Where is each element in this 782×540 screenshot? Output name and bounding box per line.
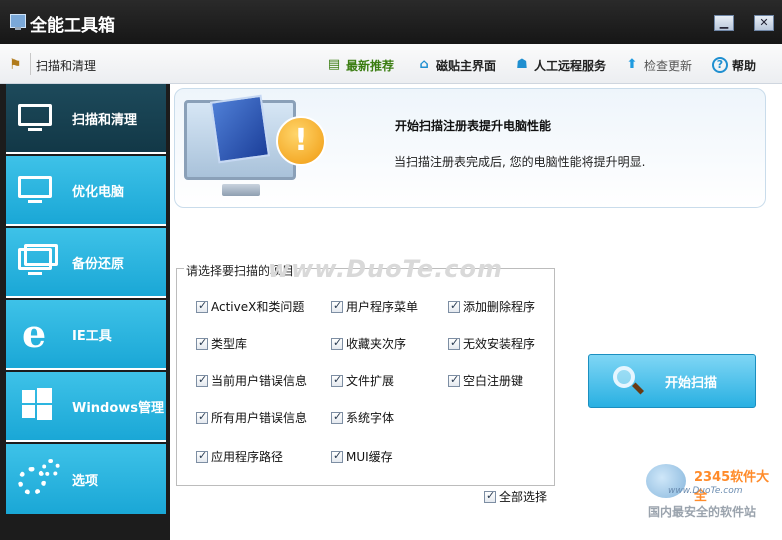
- home-icon: ⌂: [419, 57, 429, 72]
- banner-title: 开始扫描注册表提升电脑性能: [395, 119, 552, 133]
- toolbar-recommend-label: 最新推荐: [346, 58, 395, 73]
- checkbox-mui-cache[interactable]: MUI缓存: [331, 448, 393, 465]
- start-scan-label: 开始扫描: [665, 375, 718, 391]
- checkbox-label: 应用程序路径: [211, 450, 284, 464]
- checkbox-label: 系统字体: [346, 411, 395, 425]
- checkbox-label: 空白注册键: [463, 374, 524, 388]
- checkbox-current-user-errors[interactable]: 当前用户错误信息: [196, 372, 307, 389]
- app-monitor-icon: [10, 14, 26, 30]
- checkbox-label: 所有用户错误信息: [211, 411, 308, 425]
- sidebar-item-backup[interactable]: 备份还原: [6, 228, 166, 298]
- checkbox-box[interactable]: [196, 299, 208, 313]
- up-arrow-icon: ⬆: [626, 57, 638, 72]
- sidebar-item-label: 扫描和清理: [72, 112, 138, 128]
- sidebar-item-label: Windows管理: [72, 400, 165, 416]
- sidebar-item-label: 优化电脑: [72, 184, 125, 200]
- checkbox-app-paths[interactable]: 应用程序路径: [196, 448, 283, 465]
- checkbox-label: 用户程序菜单: [346, 300, 419, 314]
- banner-description: 当扫描注册表完成后, 您的电脑性能将提升明显.: [394, 155, 646, 169]
- checkbox-box[interactable]: [331, 336, 343, 350]
- warning-icon: !: [276, 116, 326, 166]
- checkbox-all-user-errors[interactable]: 所有用户错误信息: [196, 409, 307, 426]
- computer-stand: [222, 184, 260, 196]
- checkbox-box[interactable]: [331, 299, 343, 313]
- remote-service-icon: ☗: [516, 57, 528, 72]
- registry-cube-icon: [209, 94, 271, 164]
- toolbar-update-button[interactable]: ⬆ 检查更新: [624, 55, 692, 75]
- sidebar-item-label: IE工具: [72, 328, 112, 344]
- checkbox-label: 当前用户错误信息: [211, 374, 308, 388]
- toolbar-help-button[interactable]: ? 帮助: [712, 55, 756, 75]
- sidebar-item-label: 备份还原: [72, 256, 125, 272]
- help-icon: ?: [712, 57, 728, 73]
- toolbar-remote-button[interactable]: ☗ 人工远程服务: [514, 55, 606, 75]
- checkbox-box[interactable]: [331, 449, 343, 463]
- brand-logo: 2345软件大全: [694, 470, 770, 504]
- checkbox-box[interactable]: [331, 373, 343, 387]
- checkbox-box[interactable]: [448, 299, 460, 313]
- ie-icon: e: [22, 311, 47, 356]
- sidebar-item-label: 选项: [72, 473, 99, 489]
- checkbox-add-remove-programs[interactable]: 添加删除程序: [448, 298, 535, 315]
- watermark: www.DuoTe.com: [268, 255, 503, 283]
- signpost-icon: ⚑: [9, 57, 22, 73]
- toolbar-home-button[interactable]: ⌂ 磁贴主界面: [416, 55, 496, 75]
- checkbox-type-library[interactable]: 类型库: [196, 335, 247, 352]
- checkbox-box[interactable]: [196, 373, 208, 387]
- checkbox-activex[interactable]: ActiveX和类问题: [196, 298, 304, 315]
- wrench-monitor-icon: [16, 170, 60, 210]
- checkbox-box[interactable]: [196, 449, 208, 463]
- sidebar-item-windows[interactable]: Windows管理: [6, 372, 166, 442]
- sidebar-item-optimize[interactable]: 优化电脑: [6, 156, 166, 226]
- checkbox-box[interactable]: [448, 373, 460, 387]
- toolbar-help-label: 帮助: [732, 58, 757, 73]
- checkbox-empty-registry-keys[interactable]: 空白注册键: [448, 372, 523, 389]
- breadcrumb: 扫描和清理: [36, 59, 97, 73]
- checkbox-box[interactable]: [448, 336, 460, 350]
- checkbox-box[interactable]: [484, 489, 496, 503]
- minimize-button[interactable]: ▁: [714, 15, 734, 31]
- window-title: 全能工具箱: [30, 16, 115, 36]
- brand-slogan: 国内最安全的软件站: [648, 505, 757, 519]
- checkbox-box[interactable]: [196, 410, 208, 424]
- toolbar-remote-label: 人工远程服务: [534, 58, 607, 73]
- select-all-checkbox[interactable]: 全部选择: [484, 488, 547, 505]
- checkbox-user-program-menu[interactable]: 用户程序菜单: [331, 298, 418, 315]
- select-all-label: 全部选择: [499, 490, 548, 504]
- broom-monitor-icon: [16, 98, 60, 138]
- toolbar-recommend-button[interactable]: ▤ 最新推荐: [326, 55, 394, 75]
- checkbox-label: 类型库: [211, 337, 248, 351]
- checkbox-invalid-installers[interactable]: 无效安装程序: [448, 335, 535, 352]
- checkbox-label: ActiveX和类问题: [211, 300, 305, 314]
- sidebar: 扫描和清理 优化电脑 备份还原 e IE工具 Windows管理 选项: [6, 84, 166, 514]
- title-bar: [0, 0, 782, 44]
- checkbox-box[interactable]: [331, 410, 343, 424]
- dual-monitor-icon: [16, 242, 60, 282]
- checkbox-file-extensions[interactable]: 文件扩展: [331, 372, 394, 389]
- checkbox-label: 无效安装程序: [463, 337, 536, 351]
- document-icon: ▤: [327, 57, 341, 72]
- brand-site: www.DuoTe.com: [668, 486, 743, 496]
- toolbar-home-label: 磁贴主界面: [436, 58, 497, 73]
- checkbox-label: MUI缓存: [346, 450, 393, 464]
- windows-icon: [16, 386, 60, 426]
- gears-icon: [16, 459, 60, 499]
- checkbox-system-fonts[interactable]: 系统字体: [331, 409, 394, 426]
- checkbox-label: 收藏夹次序: [346, 337, 407, 351]
- sidebar-item-ie-tools[interactable]: e IE工具: [6, 300, 166, 370]
- checkbox-label: 文件扩展: [346, 374, 395, 388]
- close-button[interactable]: ✕: [754, 15, 774, 31]
- toolbar-update-label: 检查更新: [644, 58, 693, 73]
- breadcrumb-divider: [30, 53, 31, 75]
- checkbox-favorites-order[interactable]: 收藏夹次序: [331, 335, 406, 352]
- sidebar-item-scan-clean[interactable]: 扫描和清理: [6, 84, 166, 154]
- start-scan-button[interactable]: 开始扫描: [588, 354, 756, 408]
- magnifier-icon: [611, 364, 645, 398]
- checkbox-box[interactable]: [196, 336, 208, 350]
- checkbox-label: 添加删除程序: [463, 300, 536, 314]
- sidebar-item-options[interactable]: 选项: [6, 444, 166, 514]
